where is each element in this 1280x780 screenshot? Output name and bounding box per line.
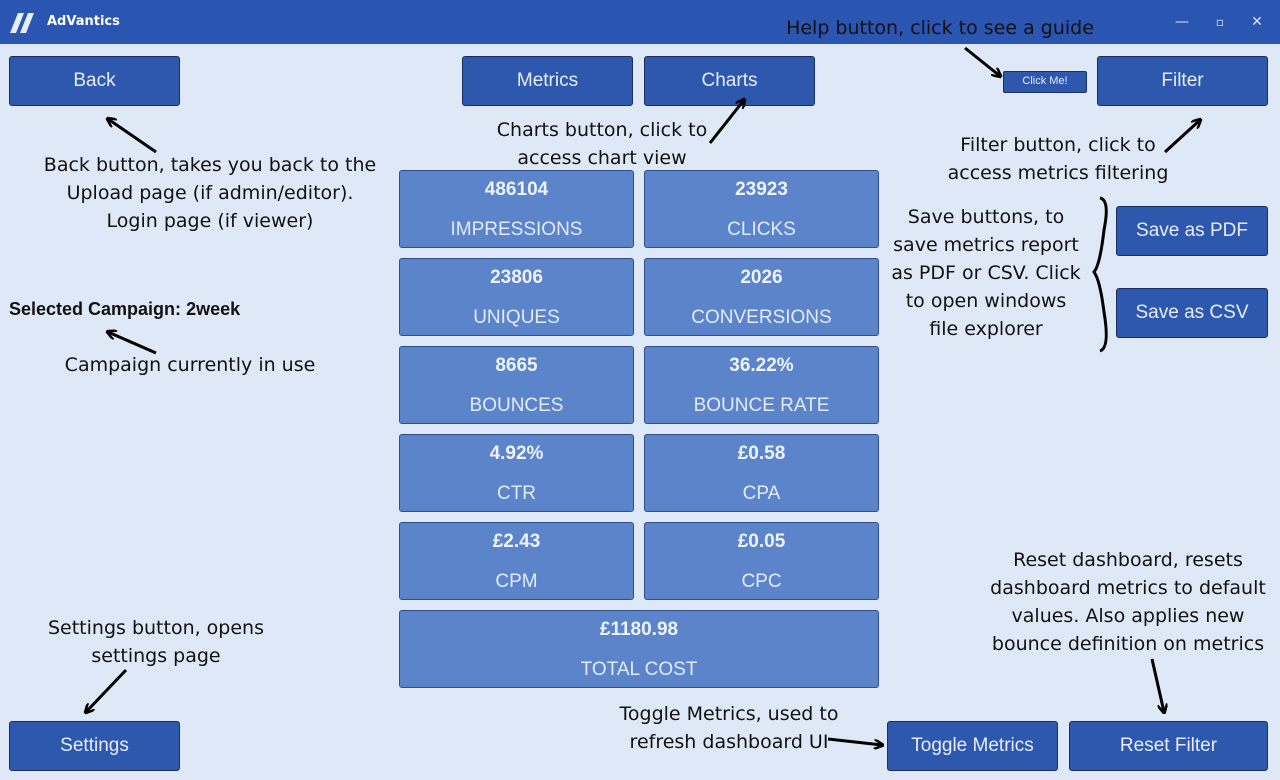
settings-arrow [86, 668, 128, 712]
metric-card-cpa: £0.58 CPA [644, 434, 879, 512]
metric-card-ctr: 4.92% CTR [399, 434, 634, 512]
metric-card-clicks: 23923 CLICKS [644, 170, 879, 248]
settings-annotation: Settings button, opens settings page [20, 614, 292, 670]
note-line: Toggle Metrics, used to [619, 703, 839, 725]
toggle-metrics-button[interactable]: Toggle Metrics [887, 721, 1058, 771]
metric-label: UNIQUES [473, 307, 560, 328]
filter-annotation: Filter button, click to access metrics f… [938, 131, 1178, 187]
metric-value: 36.22% [729, 355, 794, 376]
metric-label: TOTAL COST [580, 659, 698, 680]
toggle-metrics-label: Toggle Metrics [911, 735, 1034, 756]
back-button[interactable]: Back [9, 56, 180, 106]
metric-label: CPA [742, 483, 781, 504]
save-annotation: Save buttons, to save metrics report as … [886, 203, 1086, 343]
metric-label: IMPRESSIONS [450, 219, 583, 240]
metrics-button[interactable]: Metrics [462, 56, 633, 106]
campaign-label: Selected Campaign: [9, 299, 182, 319]
campaign-annotation: Campaign currently in use [64, 354, 316, 376]
help-arrow [964, 46, 1000, 76]
save-csv-button[interactable]: Save as CSV [1116, 288, 1268, 338]
note-line: save metrics report [893, 234, 1079, 256]
metric-card-conversions: 2026 CONVERSIONS [644, 258, 879, 336]
note-line: to open windows [905, 290, 1067, 312]
app-logo-icon [10, 13, 34, 33]
note-line: Upload page (if admin/editor). [66, 182, 354, 204]
save-pdf-label: Save as PDF [1136, 220, 1248, 241]
metric-label: CPC [741, 571, 782, 592]
note-line: values. Also applies new [1011, 605, 1245, 627]
note-line: as PDF or CSV. Click [891, 262, 1081, 284]
metrics-button-label: Metrics [516, 70, 579, 91]
reset-filter-label: Reset Filter [1119, 735, 1218, 756]
reset-filter-button[interactable]: Reset Filter [1069, 721, 1268, 771]
metric-label: BOUNCES [469, 395, 564, 416]
reset-annotation: Reset dashboard, resets dashboard metric… [982, 546, 1274, 658]
settings-button-label: Settings [60, 735, 129, 756]
maximize-icon[interactable]: ▫ [1210, 12, 1230, 32]
note-line: access chart view [517, 147, 687, 169]
metric-card-bounce-rate: 36.22% BOUNCE RATE [644, 346, 879, 424]
help-button[interactable]: Click Me! [1003, 71, 1087, 93]
back-arrow [108, 119, 157, 154]
metric-value: 2026 [740, 267, 783, 288]
note-line: settings page [91, 645, 221, 667]
app-title: AdVantics [47, 14, 120, 29]
campaign-value: 2week [186, 299, 241, 319]
save-csv-label: Save as CSV [1135, 302, 1249, 323]
save-pdf-button[interactable]: Save as PDF [1116, 206, 1268, 256]
selected-campaign: Selected Campaign: 2week [9, 299, 240, 320]
metric-card-impressions: 486104 IMPRESSIONS [399, 170, 634, 248]
note-line: Filter button, click to [960, 134, 1156, 156]
metric-value: £0.58 [737, 443, 786, 464]
note-line: Reset dashboard, resets [1013, 549, 1243, 571]
note-line: Back button, takes you back to the [43, 154, 377, 176]
note-line: Save buttons, to [907, 206, 1065, 228]
charts-annotation: Charts button, click to access chart vie… [480, 116, 724, 172]
note-line: Login page (if viewer) [106, 210, 314, 232]
metric-card-cpm: £2.43 CPM [399, 522, 634, 600]
charts-button-label: Charts [701, 70, 758, 91]
charts-button[interactable]: Charts [644, 56, 815, 106]
metric-card-cpc: £0.05 CPC [644, 522, 879, 600]
metric-label: CONVERSIONS [691, 307, 832, 328]
metric-label: CPM [495, 571, 538, 592]
note-line: refresh dashboard UI [629, 731, 829, 753]
metric-value: 23923 [735, 179, 788, 200]
metric-card-bounces: 8665 BOUNCES [399, 346, 634, 424]
minimize-icon[interactable]: — [1172, 12, 1192, 32]
note-line: access metrics filtering [947, 162, 1169, 184]
note-line: dashboard metrics to default [990, 577, 1266, 599]
metric-value: 8665 [495, 355, 538, 376]
filter-button-label: Filter [1161, 70, 1204, 91]
metric-value: £1180.98 [599, 619, 679, 640]
metric-label: CLICKS [727, 219, 796, 240]
campaign-arrow [108, 332, 157, 355]
metric-card-total-cost: £1180.98 TOTAL COST [399, 610, 879, 688]
back-annotation: Back button, takes you back to the Uploa… [30, 151, 390, 235]
note-line: Settings button, opens [47, 617, 265, 639]
metric-label: BOUNCE RATE [693, 395, 830, 416]
note-line: bounce definition on metrics [991, 633, 1265, 655]
metric-value: £2.43 [492, 531, 541, 552]
metric-value: 4.92% [489, 443, 544, 464]
reset-arrow [1150, 658, 1164, 712]
back-button-label: Back [73, 70, 116, 91]
metric-value: £0.05 [737, 531, 786, 552]
save-brace [1092, 196, 1108, 353]
metric-card-uniques: 23806 UNIQUES [399, 258, 634, 336]
metric-value: 486104 [484, 179, 549, 200]
toggle-annotation: Toggle Metrics, used to refresh dashboar… [604, 700, 854, 756]
note-line: file explorer [929, 318, 1043, 340]
note-line: Charts button, click to [496, 119, 708, 141]
settings-button[interactable]: Settings [9, 721, 180, 771]
help-annotation: Help button, click to see a guide [786, 17, 1094, 39]
filter-button[interactable]: Filter [1097, 56, 1268, 106]
metric-label: CTR [496, 483, 537, 504]
close-icon[interactable]: ✕ [1247, 12, 1267, 32]
metric-value: 23806 [490, 267, 543, 288]
